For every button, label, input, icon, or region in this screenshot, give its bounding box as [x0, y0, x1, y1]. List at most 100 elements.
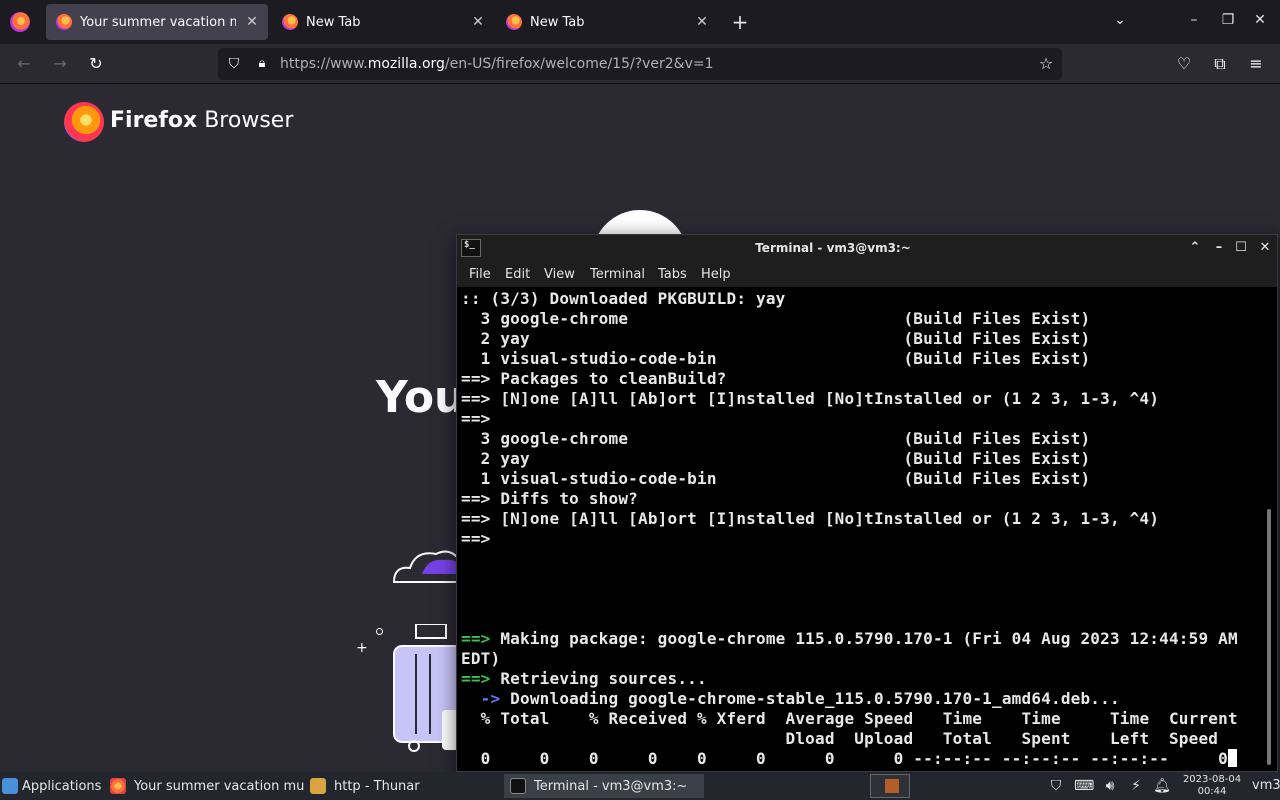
- shield-icon[interactable]: ⛉: [224, 54, 244, 74]
- minimize-icon[interactable]: –: [1211, 240, 1227, 255]
- terminal-prompt-arrow: ==>: [461, 529, 491, 548]
- tab-bar: Your summer vacation mus ✕ New Tab ✕ New…: [0, 0, 1280, 44]
- extensions-icon[interactable]: ⧉: [1210, 54, 1230, 74]
- terminal-prompt-arrow: ==>: [461, 409, 491, 428]
- task-firefox[interactable]: Your summer vacation mu...: [104, 774, 304, 798]
- url-path: /en-US/firefox/welcome/15/?ver2&v=1: [444, 56, 714, 72]
- url-bar[interactable]: ⛉ 🔒︎ https://www.mozilla.org/en-US/firef…: [218, 48, 1062, 80]
- navigation-bar: ← → ↻ ⛉ 🔒︎ https://www.mozilla.org/en-US…: [0, 44, 1280, 84]
- terminal-line: -> Downloading google-chrome-stable_115.…: [461, 689, 1120, 709]
- clock[interactable]: 2023-08-04 00:44: [1180, 774, 1244, 798]
- pocket-icon[interactable]: ♡: [1174, 54, 1194, 74]
- close-icon[interactable]: ✕: [694, 14, 710, 30]
- url-scheme: https://www.: [280, 56, 368, 72]
- terminal-output[interactable]: :: (3/3) Downloaded PKGBUILD: yay 3 goog…: [461, 289, 1261, 771]
- forward-icon[interactable]: →: [50, 54, 70, 74]
- terminal-window[interactable]: $_ Terminal - vm3@vm3:~ ⌃ – ☐ ✕ File Edi…: [456, 234, 1278, 772]
- reload-icon[interactable]: ↻: [86, 54, 106, 74]
- chevron-up-icon[interactable]: ⌃: [1187, 240, 1203, 255]
- user-name[interactable]: vm3: [1252, 778, 1280, 793]
- terminal-line: 1 visual-studio-code-bin (Build Files Ex…: [461, 349, 1090, 369]
- terminal-prompt-arrow: ==>: [461, 629, 491, 648]
- terminal-line-text: 2 yay (Build Files Exist): [461, 449, 1091, 468]
- new-tab-button[interactable]: +: [730, 10, 750, 34]
- terminal-line-text: EDT): [461, 649, 501, 668]
- task-label: Your summer vacation mu...: [134, 778, 304, 794]
- list-all-tabs-icon[interactable]: ⌄: [1110, 12, 1130, 28]
- volume-icon[interactable]: 🔊︎: [1100, 776, 1120, 796]
- minimize-icon[interactable]: –: [1184, 12, 1204, 28]
- star-icon[interactable]: ☆: [1036, 54, 1056, 74]
- terminal-line: ==> [N]one [A]ll [Ab]ort [I]nstalled [No…: [461, 509, 1159, 529]
- workspace-thumbnail: [885, 779, 899, 793]
- close-icon[interactable]: ✕: [470, 14, 486, 30]
- scrollbar-thumb[interactable]: [1267, 509, 1271, 765]
- restore-icon[interactable]: ❐: [1218, 12, 1238, 28]
- maximize-icon[interactable]: ☐: [1233, 240, 1249, 255]
- brand-light: Browser: [197, 108, 294, 133]
- terminal-line: EDT): [461, 649, 500, 669]
- close-icon[interactable]: ✕: [1257, 240, 1273, 255]
- tab-new-tab-1[interactable]: New Tab ✕: [272, 4, 494, 40]
- firefox-favicon-icon: [506, 14, 522, 30]
- menu-edit[interactable]: Edit: [505, 267, 530, 282]
- firefox-view-icon[interactable]: [10, 12, 30, 32]
- terminal-line: ==>: [461, 529, 491, 549]
- menu-icon[interactable]: ≡: [1246, 54, 1266, 74]
- brand-name: Firefox Browser: [110, 108, 293, 133]
- menu-terminal[interactable]: Terminal: [590, 267, 645, 282]
- applications-icon: [2, 778, 18, 794]
- terminal-icon: [510, 778, 526, 794]
- keyboard-icon[interactable]: ⌨: [1074, 776, 1094, 796]
- terminal-line-text: 0 0 0 0 0 0 0 0 --:--:-- --:--:-- --:--:…: [461, 749, 1228, 768]
- applications-menu-button[interactable]: Applications⁝: [0, 774, 104, 798]
- terminal-line: ==> Retrieving sources...: [461, 669, 707, 689]
- clock-time: 00:44: [1197, 786, 1227, 797]
- url-text[interactable]: https://www.mozilla.org/en-US/firefox/we…: [280, 56, 714, 72]
- terminal-scrollbar[interactable]: [1263, 289, 1275, 771]
- sparkle-dot-icon: [376, 628, 383, 635]
- menu-help[interactable]: Help: [701, 267, 731, 282]
- terminal-line: 3 google-chrome (Build Files Exist): [461, 309, 1090, 329]
- task-label: Terminal - vm3@vm3:~: [534, 778, 688, 794]
- terminal-line: 2 yay (Build Files Exist): [461, 449, 1090, 469]
- task-terminal[interactable]: Terminal - vm3@vm3:~: [504, 774, 704, 798]
- firefox-favicon-icon: [282, 14, 298, 30]
- terminal-prompt-arrow: ==>: [461, 489, 491, 508]
- terminal-line-text: :: (3/3) Downloaded PKGBUILD: yay: [461, 289, 786, 308]
- applications-label: Applications: [22, 778, 102, 794]
- workspace-switcher[interactable]: [870, 774, 910, 798]
- menu-view[interactable]: View: [544, 267, 575, 282]
- tab-title: New Tab: [306, 14, 361, 30]
- terminal-line-text: % Total % Received % Xferd Average Speed…: [461, 709, 1238, 728]
- firefox-favicon-icon: [56, 14, 72, 30]
- menu-file[interactable]: File: [469, 267, 491, 282]
- terminal-line-text: 3 google-chrome (Build Files Exist): [461, 429, 1091, 448]
- firefox-favicon-icon: [110, 778, 126, 794]
- terminal-line: ==> [N]one [A]ll [Ab]ort [I]nstalled [No…: [461, 389, 1159, 409]
- close-icon[interactable]: ✕: [244, 14, 260, 30]
- sparkle-icon: +: [356, 640, 368, 656]
- task-thunar[interactable]: http - Thunar: [304, 774, 500, 798]
- terminal-line-text: Downloading google-chrome-stable_115.0.5…: [500, 689, 1120, 708]
- shield-icon[interactable]: ⛉: [1046, 776, 1066, 796]
- hero-title: You: [376, 372, 466, 423]
- lock-icon[interactable]: 🔒︎: [252, 54, 272, 74]
- tab-summer-vacation[interactable]: Your summer vacation mus ✕: [46, 4, 268, 40]
- terminal-prompt-arrow: ==>: [461, 669, 491, 688]
- terminal-prompt-arrow: ->: [461, 689, 501, 708]
- terminal-titlebar[interactable]: $_ Terminal - vm3@vm3:~ ⌃ – ☐ ✕: [457, 235, 1277, 263]
- clock-date: 2023-08-04: [1182, 774, 1242, 785]
- close-window-icon[interactable]: ✕: [1250, 12, 1270, 28]
- tab-new-tab-2[interactable]: New Tab ✕: [496, 4, 718, 40]
- menu-tabs[interactable]: Tabs: [658, 267, 687, 282]
- terminal-line-text: [N]one [A]ll [Ab]ort [I]nstalled [No]tIn…: [490, 389, 1160, 408]
- terminal-line-text: Dload Upload Total Spent Left Speed: [461, 729, 1219, 748]
- terminal-line-text: Diffs to show?: [490, 489, 638, 508]
- folder-icon: [310, 778, 326, 794]
- terminal-prompt-arrow: ==>: [461, 389, 491, 408]
- notification-bell-icon[interactable]: 🔔︎: [1152, 776, 1172, 796]
- back-icon[interactable]: ←: [14, 54, 34, 74]
- terminal-line: Dload Upload Total Spent Left Speed: [461, 729, 1218, 749]
- power-icon[interactable]: ⚡︎: [1126, 776, 1146, 796]
